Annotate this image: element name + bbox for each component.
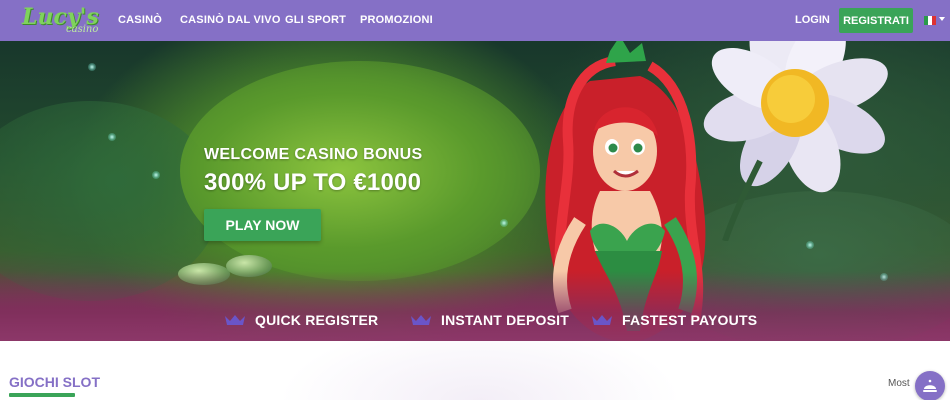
feature-quick-register: QUICK REGISTER [224, 312, 378, 328]
feature-label: INSTANT DEPOSIT [441, 312, 569, 328]
lucys-casino-logo[interactable]: Lucy's casino [8, 2, 99, 40]
crown-icon [225, 315, 245, 325]
nav-promotions[interactable]: PROMOZIONI [360, 14, 433, 26]
nav-sports[interactable]: GLI SPORT [285, 14, 346, 26]
logo-subtext: casino [66, 24, 99, 35]
section-title-underline [9, 393, 75, 397]
sparkle [500, 219, 508, 227]
concierge-bell-icon [923, 379, 937, 392]
top-navbar: Lucy's casino CASINÒ CASINÒ DAL VIVO GLI… [0, 0, 950, 41]
sparkle [88, 63, 96, 71]
nav-live-casino[interactable]: CASINÒ DAL VIVO [180, 14, 281, 26]
crown-icon [411, 315, 431, 325]
most-filter-link[interactable]: Most [888, 378, 910, 389]
bonus-title: WELCOME CASINO BONUS [204, 146, 423, 163]
slot-games-section [0, 341, 950, 400]
chevron-down-icon[interactable] [939, 17, 945, 21]
hero-bottom-fade [0, 271, 950, 341]
login-link[interactable]: LOGIN [795, 14, 830, 26]
bonus-amount: 300% UP TO €1000 [204, 169, 422, 196]
register-button[interactable]: REGISTRATI [839, 8, 913, 33]
crown-icon [592, 315, 612, 325]
feature-label: FASTEST PAYOUTS [622, 312, 758, 328]
section-title: GIOCHI SLOT [9, 374, 100, 390]
hero-banner: WELCOME CASINO BONUS 300% UP TO €1000 PL… [0, 41, 950, 341]
sparkle [152, 171, 160, 179]
play-now-button[interactable]: PLAY NOW [204, 209, 321, 241]
support-chat-button[interactable] [915, 371, 945, 400]
sparkle [108, 133, 116, 141]
feature-fastest-payouts: FASTEST PAYOUTS [591, 312, 757, 328]
nav-casino[interactable]: CASINÒ [118, 14, 162, 26]
sparkle [806, 241, 814, 249]
feature-label: QUICK REGISTER [255, 312, 379, 328]
feature-instant-deposit: INSTANT DEPOSIT [410, 312, 569, 328]
italy-flag-icon[interactable] [924, 16, 936, 25]
